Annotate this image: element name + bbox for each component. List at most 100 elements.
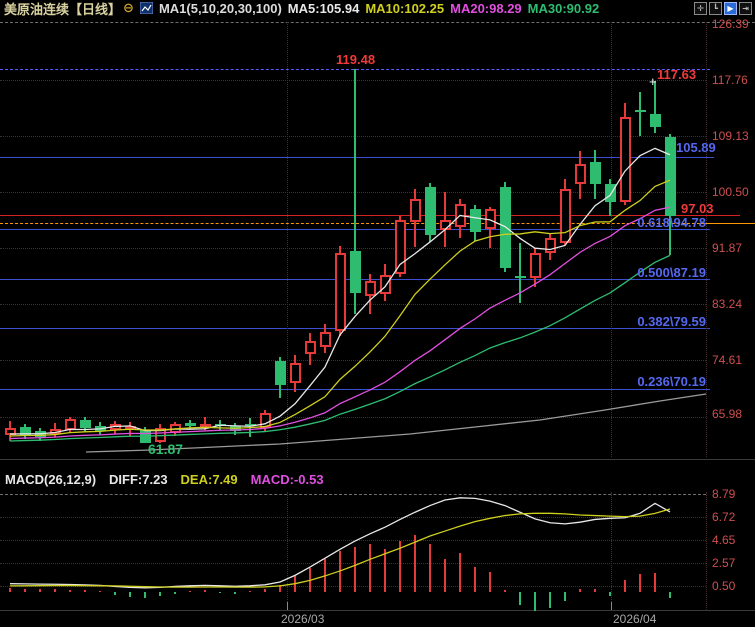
candle-wick — [219, 419, 221, 431]
candle-body — [335, 252, 346, 331]
candle-body — [395, 220, 406, 274]
moving-averages-layer — [9, 147, 707, 589]
x-axis-tick — [611, 602, 612, 610]
candle-body — [95, 426, 106, 432]
candle-wick — [429, 182, 431, 242]
ma-indicator-icon[interactable] — [139, 1, 154, 15]
macd-bar — [84, 590, 86, 592]
candle-body — [5, 427, 16, 435]
grid-line — [0, 248, 706, 249]
candle-wick — [369, 273, 371, 314]
macd-bar — [159, 592, 161, 597]
candle-body — [470, 209, 481, 232]
candle-body — [530, 253, 541, 279]
candle-wick — [669, 134, 671, 256]
candle-wick — [69, 416, 71, 434]
window-controls: ✛ ┗ ▶ ⇥ — [694, 2, 752, 15]
candle-body — [50, 428, 61, 435]
candle-body — [20, 426, 31, 435]
candle-wick — [459, 198, 461, 238]
candle-wick — [339, 246, 341, 336]
pane-grid-icon[interactable]: ✛ — [694, 2, 707, 15]
collapse-icon[interactable]: ⊖ — [123, 0, 134, 16]
macd-grid-line — [0, 563, 706, 564]
macd-bar — [69, 589, 71, 592]
grid-vline — [287, 492, 288, 610]
candle-body — [350, 250, 361, 294]
candle-body — [245, 424, 256, 427]
candle-body — [125, 426, 136, 431]
macd-bar — [309, 567, 311, 592]
candle-body — [110, 424, 121, 431]
candles-layer — [0, 0, 755, 627]
instrument-title: 美原油连续 — [4, 1, 70, 17]
price-level-line — [0, 157, 714, 158]
candle-body — [260, 413, 271, 429]
candle-body — [170, 423, 181, 433]
candle-body — [230, 426, 241, 432]
grid-line — [0, 192, 706, 193]
axis-scale-icon[interactable]: ┗ — [709, 2, 722, 15]
candle-wick — [159, 424, 161, 444]
grid-line — [0, 80, 706, 81]
period-label[interactable]: 【日线】 — [69, 0, 121, 18]
macd-grid-line — [0, 494, 706, 495]
candle-body — [365, 281, 376, 296]
macd-header: MACD(26,12,9) DIFF:7.23 DEA:7.49 MACD:-0… — [5, 472, 324, 487]
macd-axis-label: 8.79 — [712, 487, 736, 501]
macd-bar — [264, 588, 266, 592]
candle-wick — [324, 324, 326, 353]
macd-bar — [549, 592, 551, 608]
candle-body — [605, 183, 616, 203]
candle-wick — [264, 410, 266, 431]
price-annotation: 119.48 — [336, 52, 376, 67]
x-axis-tick — [287, 602, 288, 610]
crosshair-marker: + — [649, 74, 657, 89]
price-level-line — [700, 223, 755, 224]
price-annotation: 0.618\94.78 — [637, 215, 706, 230]
macd-bar — [564, 592, 566, 601]
macd-diff-line — [9, 497, 671, 589]
trading-chart-window: 美原油连续 【日线】 ⊖ MA1(5,10,20,30,100) MA5:105… — [0, 0, 755, 627]
candle-wick — [489, 206, 491, 249]
candle-wick — [294, 354, 296, 393]
candle-wick — [24, 423, 26, 439]
macd-param-label[interactable]: MACD(26,12,9) — [5, 472, 96, 487]
candle-wick — [534, 247, 536, 287]
candle-body — [500, 187, 511, 269]
macd-bar — [279, 585, 281, 592]
indicator-pane-icon[interactable]: ▶ — [724, 2, 737, 15]
grid-line — [0, 136, 706, 137]
candle-body — [80, 420, 91, 429]
macd-bar — [429, 544, 431, 592]
macd-bar — [9, 588, 11, 592]
macd-bar — [369, 544, 371, 592]
candle-wick — [189, 420, 191, 429]
candle-body — [275, 361, 286, 386]
macd-bar — [99, 590, 101, 592]
labels-layer: 126.39 117.76 109.13 100.50 91.87 83.24 74.61 6… — [0, 0, 755, 627]
candle-wick — [144, 426, 146, 444]
pane-exit-icon[interactable]: ⇥ — [739, 2, 752, 15]
price-axis-label: 126.39 — [712, 17, 749, 31]
grid-vline — [706, 22, 707, 457]
grid-vline — [287, 22, 288, 457]
macd-bar — [24, 588, 26, 592]
ma5-value: MA5:105.94 — [287, 0, 360, 16]
candle-body — [590, 162, 601, 184]
price-level-line — [0, 69, 710, 70]
candle-body — [440, 219, 451, 230]
candle-wick — [114, 421, 116, 435]
ma30-value: MA30:90.92 — [527, 0, 600, 16]
macd-diff-value: DIFF:7.23 — [109, 472, 168, 487]
candle-wick — [204, 417, 206, 431]
macd-bar — [174, 592, 176, 594]
macd-bar — [144, 592, 146, 598]
macd-bar — [474, 566, 476, 592]
candle-body — [140, 430, 151, 443]
candle-wick — [249, 417, 251, 437]
price-level-line — [0, 215, 740, 216]
ma5-line — [9, 147, 671, 435]
ma30-line — [9, 254, 671, 442]
candle-wick — [594, 150, 596, 200]
